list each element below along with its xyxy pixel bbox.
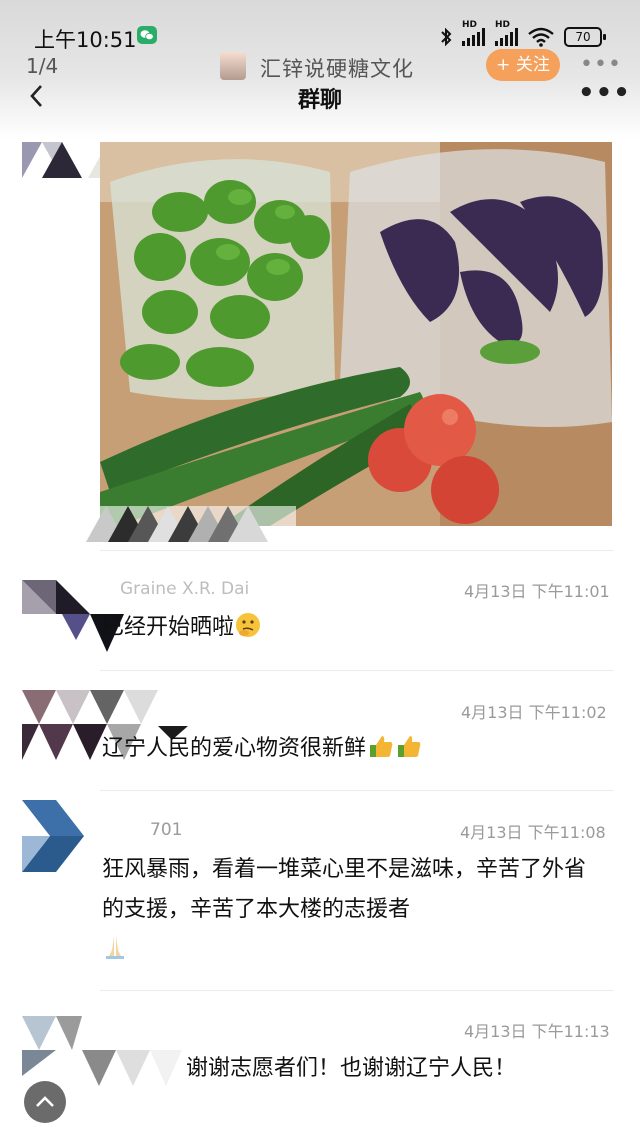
photo-mosaic-overlay bbox=[86, 506, 296, 546]
scroll-to-top-button[interactable] bbox=[24, 1081, 66, 1123]
divider bbox=[100, 670, 614, 671]
channel-avatar[interactable] bbox=[220, 52, 246, 80]
vegetables-photo-art bbox=[100, 142, 612, 526]
divider bbox=[100, 550, 614, 551]
wechat-notification-icon bbox=[137, 26, 157, 44]
praying-hands-icon bbox=[106, 936, 124, 959]
signal-icon-1: HD bbox=[462, 20, 485, 46]
shared-photo[interactable] bbox=[100, 142, 612, 526]
message-sender-name: Graine X.R. Dai bbox=[120, 579, 250, 599]
thinking-face-icon bbox=[236, 613, 261, 637]
battery-icon: 70 bbox=[564, 27, 606, 47]
message-sender-name: 701 bbox=[150, 820, 183, 840]
avatar-mosaic-5[interactable] bbox=[22, 1016, 182, 1090]
follow-button[interactable]: + 关注 bbox=[486, 49, 560, 81]
page-title: 群聊 bbox=[297, 88, 342, 113]
message-text-content: 谢谢志愿者们！也谢谢辽宁人民！ bbox=[186, 1056, 517, 1081]
message-text-content: 已经开始晒啦 bbox=[102, 615, 235, 640]
thumbs-up-icon bbox=[398, 736, 421, 757]
message-time: 4月13日 下午11:13 bbox=[464, 1022, 610, 1041]
signal-icon-2: HD bbox=[495, 20, 518, 46]
chevron-up-icon bbox=[36, 1096, 54, 1107]
divider bbox=[100, 790, 614, 791]
message-time: 4月13日 下午11:02 bbox=[461, 703, 607, 722]
divider bbox=[100, 990, 614, 991]
message-text: 已经开始晒啦 bbox=[102, 608, 262, 648]
avatar-mosaic-4[interactable] bbox=[22, 800, 86, 876]
wifi-icon bbox=[528, 27, 554, 47]
chat-header: 群聊 ••• bbox=[0, 78, 640, 118]
system-icons: HD HD 70 bbox=[440, 20, 606, 50]
bluetooth-icon bbox=[441, 27, 452, 47]
message-text-content: 辽宁人民的爱心物资很新鲜 bbox=[102, 736, 367, 761]
message-time: 4月13日 下午11:08 bbox=[460, 823, 606, 842]
page-indicator: 1/4 bbox=[26, 54, 59, 78]
message-text: 狂风暴雨，看着一堆菜心里不是滋味，辛苦了外省的支援，辛苦了本大楼的志援者 bbox=[102, 850, 602, 970]
header-more-icon[interactable]: ••• bbox=[578, 78, 631, 108]
thumbs-up-icon bbox=[370, 736, 393, 757]
viewer-more-icon[interactable]: ••• bbox=[580, 52, 622, 77]
message-text: 谢谢志愿者们！也谢谢辽宁人民！ bbox=[186, 1049, 516, 1089]
message-time: 4月13日 下午11:01 bbox=[464, 582, 610, 601]
message-text-content: 狂风暴雨，看着一堆菜心里不是滋味，辛苦了外省的支援，辛苦了本大楼的志援者 bbox=[102, 857, 587, 922]
message-text: 辽宁人民的爱心物资很新鲜 bbox=[102, 729, 422, 769]
